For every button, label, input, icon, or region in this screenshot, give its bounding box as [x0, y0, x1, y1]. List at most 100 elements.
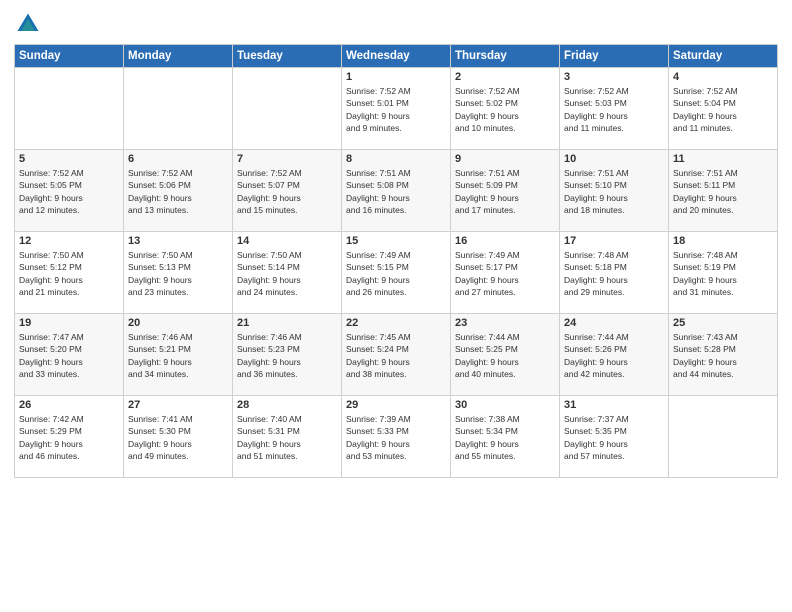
weekday-header-monday: Monday: [124, 45, 233, 68]
cell-info: Sunrise: 7:52 AMSunset: 5:06 PMDaylight:…: [128, 167, 228, 216]
day-number: 3: [564, 71, 664, 83]
cell-info: Sunrise: 7:52 AMSunset: 5:05 PMDaylight:…: [19, 167, 119, 216]
calendar-cell: 13 Sunrise: 7:50 AMSunset: 5:13 PMDayligh…: [124, 232, 233, 314]
calendar-cell: 5 Sunrise: 7:52 AMSunset: 5:05 PMDaylight…: [15, 150, 124, 232]
cell-info: Sunrise: 7:50 AMSunset: 5:14 PMDaylight:…: [237, 249, 337, 298]
cell-info: Sunrise: 7:47 AMSunset: 5:20 PMDaylight:…: [19, 331, 119, 380]
calendar-cell: 10 Sunrise: 7:51 AMSunset: 5:10 PMDayligh…: [560, 150, 669, 232]
logo-icon: [14, 10, 42, 38]
calendar-cell: 22 Sunrise: 7:45 AMSunset: 5:24 PMDayligh…: [342, 314, 451, 396]
calendar-week-4: 19 Sunrise: 7:47 AMSunset: 5:20 PMDayligh…: [15, 314, 778, 396]
cell-info: Sunrise: 7:52 AMSunset: 5:04 PMDaylight:…: [673, 85, 773, 134]
calendar-cell: 28Sunrise: 7:40 AMSunset: 5:31 PMDayligh…: [233, 396, 342, 478]
day-number: 8: [346, 153, 446, 165]
calendar-cell: 29 Sunrise: 7:39 AMSunset: 5:33 PMDayligh…: [342, 396, 451, 478]
day-number: 16: [455, 235, 555, 247]
calendar-cell: 1 Sunrise: 7:52 AMSunset: 5:01 PMDaylight…: [342, 68, 451, 150]
day-number: 6: [128, 153, 228, 165]
day-number: 11: [673, 153, 773, 165]
cell-info: Sunrise: 7:48 AMSunset: 5:19 PMDaylight:…: [673, 249, 773, 298]
day-number: 24: [564, 317, 664, 329]
calendar-week-3: 12 Sunrise: 7:50 AMSunset: 5:12 PMDayligh…: [15, 232, 778, 314]
calendar-header-row: SundayMondayTuesdayWednesdayThursdayFrid…: [15, 45, 778, 68]
calendar-cell: 19 Sunrise: 7:47 AMSunset: 5:20 PMDayligh…: [15, 314, 124, 396]
cell-info: Sunrise: 7:40 AMSunset: 5:31 PMDaylight:…: [237, 413, 337, 462]
day-number: 13: [128, 235, 228, 247]
cell-info: Sunrise: 7:51 AMSunset: 5:10 PMDaylight:…: [564, 167, 664, 216]
day-number: 31: [564, 399, 664, 411]
day-number: 5: [19, 153, 119, 165]
cell-info: Sunrise: 7:51 AMSunset: 5:08 PMDaylight:…: [346, 167, 446, 216]
day-number: 29: [346, 399, 446, 411]
calendar-cell: [233, 68, 342, 150]
calendar-cell: 18 Sunrise: 7:48 AMSunset: 5:19 PMDayligh…: [669, 232, 778, 314]
calendar-cell: 11 Sunrise: 7:51 AMSunset: 5:11 PMDayligh…: [669, 150, 778, 232]
day-number: 27: [128, 399, 228, 411]
calendar-cell: 23 Sunrise: 7:44 AMSunset: 5:25 PMDayligh…: [451, 314, 560, 396]
cell-info: Sunrise: 7:46 AMSunset: 5:21 PMDaylight:…: [128, 331, 228, 380]
day-number: 12: [19, 235, 119, 247]
cell-info: Sunrise: 7:39 AMSunset: 5:33 PMDaylight:…: [346, 413, 446, 462]
cell-info: Sunrise: 7:44 AMSunset: 5:25 PMDaylight:…: [455, 331, 555, 380]
cell-info: Sunrise: 7:51 AMSunset: 5:09 PMDaylight:…: [455, 167, 555, 216]
day-number: 7: [237, 153, 337, 165]
calendar-cell: 9 Sunrise: 7:51 AMSunset: 5:09 PMDaylight…: [451, 150, 560, 232]
weekday-header-saturday: Saturday: [669, 45, 778, 68]
calendar-week-2: 5 Sunrise: 7:52 AMSunset: 5:05 PMDaylight…: [15, 150, 778, 232]
day-number: 4: [673, 71, 773, 83]
page: SundayMondayTuesdayWednesdayThursdayFrid…: [0, 0, 792, 612]
weekday-header-tuesday: Tuesday: [233, 45, 342, 68]
calendar-table: SundayMondayTuesdayWednesdayThursdayFrid…: [14, 44, 778, 478]
calendar-cell: 7 Sunrise: 7:52 AMSunset: 5:07 PMDaylight…: [233, 150, 342, 232]
calendar-cell: 12 Sunrise: 7:50 AMSunset: 5:12 PMDayligh…: [15, 232, 124, 314]
weekday-header-friday: Friday: [560, 45, 669, 68]
logo: [14, 10, 46, 38]
calendar-cell: 26Sunrise: 7:42 AMSunset: 5:29 PMDayligh…: [15, 396, 124, 478]
calendar-cell: 3 Sunrise: 7:52 AMSunset: 5:03 PMDaylight…: [560, 68, 669, 150]
day-number: 19: [19, 317, 119, 329]
cell-info: Sunrise: 7:49 AMSunset: 5:17 PMDaylight:…: [455, 249, 555, 298]
cell-info: Sunrise: 7:52 AMSunset: 5:01 PMDaylight:…: [346, 85, 446, 134]
cell-info: Sunrise: 7:52 AMSunset: 5:03 PMDaylight:…: [564, 85, 664, 134]
day-number: 14: [237, 235, 337, 247]
cell-info: Sunrise: 7:51 AMSunset: 5:11 PMDaylight:…: [673, 167, 773, 216]
weekday-header-wednesday: Wednesday: [342, 45, 451, 68]
day-number: 30: [455, 399, 555, 411]
calendar-week-1: 1 Sunrise: 7:52 AMSunset: 5:01 PMDaylight…: [15, 68, 778, 150]
calendar-week-5: 26Sunrise: 7:42 AMSunset: 5:29 PMDayligh…: [15, 396, 778, 478]
calendar-cell: 16 Sunrise: 7:49 AMSunset: 5:17 PMDayligh…: [451, 232, 560, 314]
cell-info: Sunrise: 7:37 AMSunset: 5:35 PMDaylight:…: [564, 413, 664, 462]
calendar-cell: 15Sunrise: 7:49 AMSunset: 5:15 PMDayligh…: [342, 232, 451, 314]
day-number: 22: [346, 317, 446, 329]
day-number: 23: [455, 317, 555, 329]
weekday-header-thursday: Thursday: [451, 45, 560, 68]
day-number: 20: [128, 317, 228, 329]
day-number: 1: [346, 71, 446, 83]
cell-info: Sunrise: 7:50 AMSunset: 5:12 PMDaylight:…: [19, 249, 119, 298]
day-number: 9: [455, 153, 555, 165]
calendar-cell: 25Sunrise: 7:43 AMSunset: 5:28 PMDayligh…: [669, 314, 778, 396]
cell-info: Sunrise: 7:42 AMSunset: 5:29 PMDaylight:…: [19, 413, 119, 462]
calendar-cell: 31 Sunrise: 7:37 AMSunset: 5:35 PMDayligh…: [560, 396, 669, 478]
cell-info: Sunrise: 7:52 AMSunset: 5:07 PMDaylight:…: [237, 167, 337, 216]
day-number: 10: [564, 153, 664, 165]
calendar-cell: 21 Sunrise: 7:46 AMSunset: 5:23 PMDayligh…: [233, 314, 342, 396]
cell-info: Sunrise: 7:38 AMSunset: 5:34 PMDaylight:…: [455, 413, 555, 462]
calendar-cell: 14 Sunrise: 7:50 AMSunset: 5:14 PMDayligh…: [233, 232, 342, 314]
cell-info: Sunrise: 7:45 AMSunset: 5:24 PMDaylight:…: [346, 331, 446, 380]
calendar-cell: 20 Sunrise: 7:46 AMSunset: 5:21 PMDayligh…: [124, 314, 233, 396]
day-number: 15: [346, 235, 446, 247]
day-number: 17: [564, 235, 664, 247]
calendar-cell: 30 Sunrise: 7:38 AMSunset: 5:34 PMDayligh…: [451, 396, 560, 478]
cell-info: Sunrise: 7:46 AMSunset: 5:23 PMDaylight:…: [237, 331, 337, 380]
weekday-header-sunday: Sunday: [15, 45, 124, 68]
header: [14, 10, 778, 38]
cell-info: Sunrise: 7:52 AMSunset: 5:02 PMDaylight:…: [455, 85, 555, 134]
cell-info: Sunrise: 7:48 AMSunset: 5:18 PMDaylight:…: [564, 249, 664, 298]
cell-info: Sunrise: 7:43 AMSunset: 5:28 PMDaylight:…: [673, 331, 773, 380]
day-number: 18: [673, 235, 773, 247]
cell-info: Sunrise: 7:50 AMSunset: 5:13 PMDaylight:…: [128, 249, 228, 298]
calendar-cell: 4 Sunrise: 7:52 AMSunset: 5:04 PMDaylight…: [669, 68, 778, 150]
day-number: 21: [237, 317, 337, 329]
calendar-cell: 6 Sunrise: 7:52 AMSunset: 5:06 PMDaylight…: [124, 150, 233, 232]
